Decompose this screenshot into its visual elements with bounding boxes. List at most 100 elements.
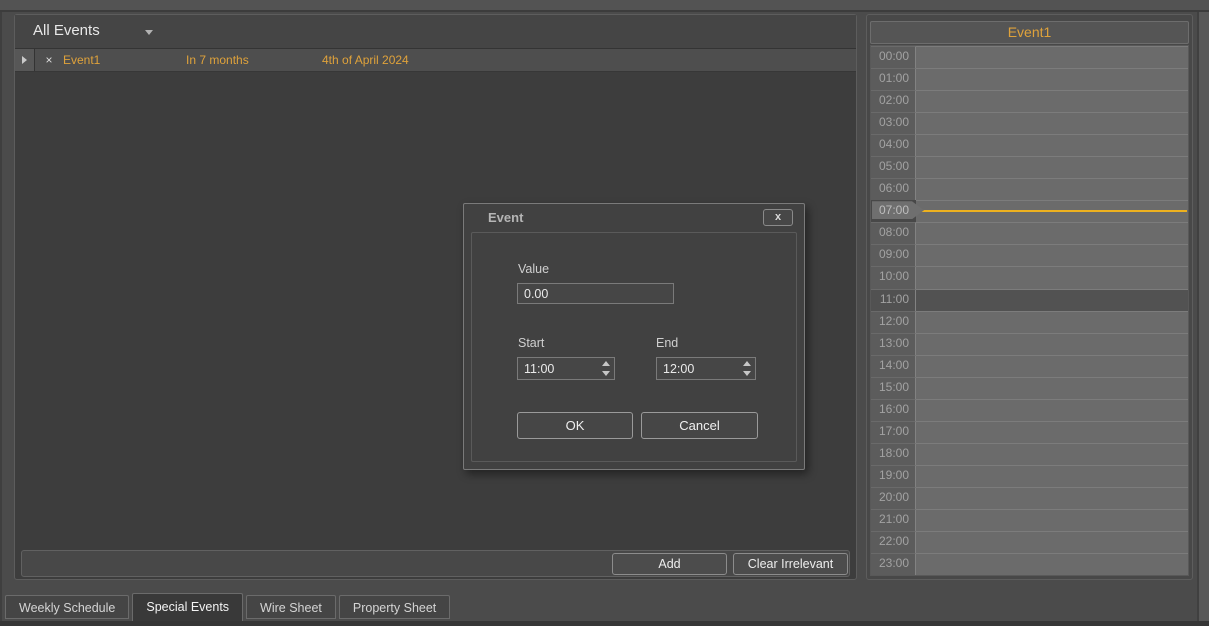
hour-cell[interactable] xyxy=(916,399,1188,421)
hour-cell[interactable] xyxy=(916,443,1188,465)
hour-cell[interactable] xyxy=(916,531,1188,553)
spinner-down-icon[interactable] xyxy=(743,371,751,376)
cancel-button[interactable]: Cancel xyxy=(641,412,758,439)
triangle-right-icon xyxy=(22,56,27,64)
chevron-down-icon xyxy=(145,30,153,35)
schedule-row[interactable]: 09:00 xyxy=(871,244,1188,266)
current-time-label: 07:00 xyxy=(879,203,909,217)
schedule-row[interactable]: 06:00 xyxy=(871,178,1188,200)
hour-cell[interactable] xyxy=(916,509,1188,531)
end-time-input[interactable] xyxy=(656,357,756,380)
hour-label: 04:00 xyxy=(871,134,916,156)
hour-label: 16:00 xyxy=(871,399,916,421)
spinner-down-icon[interactable] xyxy=(602,371,610,376)
schedule-row[interactable]: 20:00 xyxy=(871,487,1188,509)
hour-cell[interactable] xyxy=(916,112,1188,134)
close-button[interactable]: x xyxy=(763,209,793,226)
end-label: End xyxy=(656,336,678,350)
hour-cell[interactable] xyxy=(916,90,1188,112)
hour-label: 01:00 xyxy=(871,68,916,90)
hour-cell[interactable] xyxy=(916,553,1188,575)
hour-label: 21:00 xyxy=(871,509,916,531)
hour-label: 23:00 xyxy=(871,553,916,575)
hour-cell[interactable] xyxy=(916,333,1188,355)
schedule-row[interactable]: 19:00 xyxy=(871,465,1188,487)
schedule-row[interactable]: 05:00 xyxy=(871,156,1188,178)
hour-cell[interactable] xyxy=(916,46,1188,68)
start-time-field[interactable] xyxy=(518,358,598,379)
schedule-row[interactable]: 04:00 xyxy=(871,134,1188,156)
hour-cell[interactable] xyxy=(916,289,1188,311)
end-time-spinner[interactable] xyxy=(739,358,755,379)
close-icon: x xyxy=(775,211,781,223)
delete-icon[interactable]: × xyxy=(35,49,63,71)
hour-cell[interactable] xyxy=(916,421,1188,443)
event-relative-time: In 7 months xyxy=(186,49,322,71)
schedule-row[interactable]: 10:00 xyxy=(871,266,1188,288)
schedule-row[interactable]: 16:00 xyxy=(871,399,1188,421)
hour-cell[interactable] xyxy=(916,178,1188,200)
schedule-row[interactable]: 21:00 xyxy=(871,509,1188,531)
spinner-up-icon[interactable] xyxy=(602,361,610,366)
tab-special-events[interactable]: Special Events xyxy=(132,593,243,621)
schedule-row[interactable]: 11:00 xyxy=(871,289,1188,311)
schedule-row[interactable]: 15:00 xyxy=(871,377,1188,399)
schedule-row[interactable]: 22:00 xyxy=(871,531,1188,553)
window-bottom-bar xyxy=(0,621,1209,626)
hour-cell[interactable] xyxy=(916,244,1188,266)
hour-label: 00:00 xyxy=(871,46,916,68)
hour-label: 02:00 xyxy=(871,90,916,112)
schedule-title-label: Event1 xyxy=(1008,24,1052,40)
hour-cell[interactable] xyxy=(916,377,1188,399)
hour-cell[interactable] xyxy=(916,134,1188,156)
dialog-titlebar[interactable]: Event x xyxy=(464,204,804,231)
schedule-row[interactable]: 12:00 xyxy=(871,311,1188,333)
hour-label: 12:00 xyxy=(871,311,916,333)
event-date: 4th of April 2024 xyxy=(322,49,856,71)
schedule-row[interactable]: 13:00 xyxy=(871,333,1188,355)
hour-label: 05:00 xyxy=(871,156,916,178)
hour-cell[interactable] xyxy=(916,266,1188,288)
start-time-spinner[interactable] xyxy=(598,358,614,379)
add-button[interactable]: Add xyxy=(612,553,727,575)
schedule-row[interactable]: 14:00 xyxy=(871,355,1188,377)
start-time-input[interactable] xyxy=(517,357,615,380)
event-dialog: Event x Value Start End OK Cancel xyxy=(463,203,805,470)
hour-cell[interactable] xyxy=(916,222,1188,244)
event-row[interactable]: ×Event1In 7 months4th of April 2024 xyxy=(15,49,856,72)
tab-property-sheet[interactable]: Property Sheet xyxy=(339,595,450,619)
event-name: Event1 xyxy=(63,49,186,71)
hour-label: 08:00 xyxy=(871,222,916,244)
event-list-footer: Add Clear Irrelevant xyxy=(21,550,850,577)
clear-irrelevant-button[interactable]: Clear Irrelevant xyxy=(733,553,848,575)
schedule-row[interactable]: 01:00 xyxy=(871,68,1188,90)
schedule-row[interactable]: 00:00 xyxy=(871,46,1188,68)
window-top-bar xyxy=(0,0,1209,12)
schedule-row[interactable]: 08:00 xyxy=(871,222,1188,244)
schedule-row[interactable]: 17:00 xyxy=(871,421,1188,443)
hour-cell[interactable] xyxy=(916,156,1188,178)
schedule-row[interactable]: 18:00 xyxy=(871,443,1188,465)
start-label: Start xyxy=(518,336,544,350)
spinner-up-icon[interactable] xyxy=(743,361,751,366)
hour-cell[interactable] xyxy=(916,68,1188,90)
schedule-row[interactable]: 03:00 xyxy=(871,112,1188,134)
schedule-row[interactable]: 02:00 xyxy=(871,90,1188,112)
hour-label: 10:00 xyxy=(871,266,916,288)
end-time-field[interactable] xyxy=(657,358,739,379)
hour-cell[interactable] xyxy=(916,355,1188,377)
hour-cell[interactable] xyxy=(916,465,1188,487)
schedule-title: Event1 xyxy=(870,21,1189,44)
hour-cell[interactable] xyxy=(916,311,1188,333)
value-input[interactable] xyxy=(517,283,674,304)
hour-cell[interactable] xyxy=(916,487,1188,509)
hour-label: 17:00 xyxy=(871,421,916,443)
tab-weekly-schedule[interactable]: Weekly Schedule xyxy=(5,595,129,619)
events-filter-dropdown[interactable]: All Events xyxy=(15,15,856,49)
hour-label: 14:00 xyxy=(871,355,916,377)
ok-button[interactable]: OK xyxy=(517,412,633,439)
expand-button[interactable] xyxy=(15,49,35,71)
tab-wire-sheet[interactable]: Wire Sheet xyxy=(246,595,336,619)
scrollbar[interactable] xyxy=(1197,12,1209,626)
schedule-row[interactable]: 23:00 xyxy=(871,553,1188,575)
